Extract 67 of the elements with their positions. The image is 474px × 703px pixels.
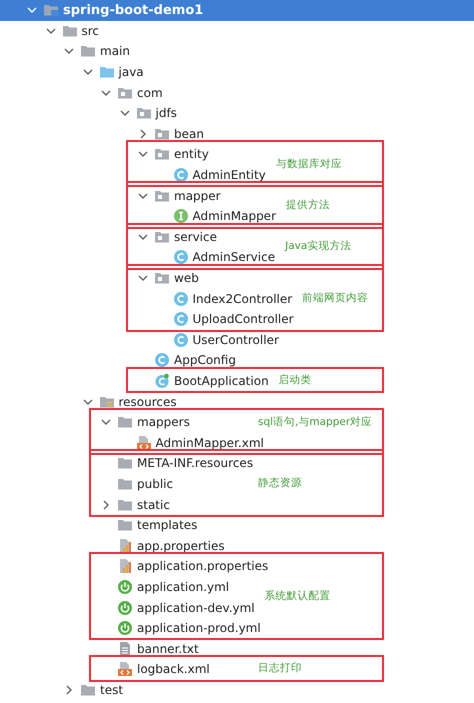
annotation-label: Java实现方法 <box>285 239 352 254</box>
power-icon <box>117 600 133 616</box>
power-icon <box>117 620 133 636</box>
package-folder-icon <box>136 105 152 122</box>
tree-item[interactable]: application.properties <box>0 556 268 577</box>
class-icon <box>172 311 188 328</box>
tree-item[interactable]: BootApplication <box>0 370 269 392</box>
interface-icon <box>172 208 188 224</box>
folder-icon <box>117 455 133 472</box>
text-file-icon <box>117 640 133 657</box>
tree-item[interactable]: Index2Controller <box>0 288 292 309</box>
tree-item[interactable]: application-dev.yml <box>0 597 255 618</box>
tree-item[interactable]: spring-boot-demo1 <box>0 0 204 21</box>
package-folder-icon <box>154 146 170 162</box>
tree-item[interactable]: AdminMapper <box>0 206 276 227</box>
folder-icon <box>98 64 114 80</box>
class-icon <box>172 332 188 348</box>
folder-icon <box>117 414 133 430</box>
tree-item[interactable]: META-INF.resources <box>0 453 254 474</box>
annotation-label: 静态资源 <box>258 476 302 490</box>
folder-icon <box>117 517 133 534</box>
annotation-label: sql语句,与mapper对应 <box>258 415 372 430</box>
xml-file-icon <box>136 434 152 451</box>
tree-item[interactable]: bean <box>0 124 204 144</box>
class-icon <box>172 249 188 266</box>
tree-item[interactable]: UserController <box>0 330 279 350</box>
tree-item[interactable]: application-prod.yml <box>0 618 261 638</box>
tree-item[interactable]: test <box>0 680 124 700</box>
annotation-label: 与数据库对应 <box>276 156 342 171</box>
tree-item[interactable]: entity <box>0 144 209 165</box>
annotation-label: 提供方法 <box>286 198 330 212</box>
xml-file-icon <box>117 661 133 678</box>
tree-item[interactable]: com <box>0 82 163 103</box>
tree-item[interactable]: web <box>0 268 199 288</box>
annotation-label: 启动类 <box>278 372 312 387</box>
annotation-label: 前端网页内容 <box>302 290 368 305</box>
power-icon <box>117 578 133 595</box>
tree-item[interactable]: app.properties <box>0 535 225 556</box>
tree-item[interactable]: application.yml <box>0 576 230 598</box>
class-icon <box>172 167 188 184</box>
properties-file-icon <box>117 558 133 574</box>
tree-item[interactable]: AdminMapper.xml <box>0 432 264 454</box>
class-icon <box>154 372 170 389</box>
annotation-label: 系统默认配置 <box>264 589 331 604</box>
tree-item[interactable]: src <box>0 20 100 42</box>
tree-item[interactable]: templates <box>0 514 198 536</box>
tree-item[interactable]: banner.txt <box>0 638 199 659</box>
tree-item[interactable]: AdminService <box>0 247 276 268</box>
tree-item[interactable]: AppConfig <box>0 350 236 371</box>
tree-item[interactable]: public <box>0 474 174 494</box>
tree-item[interactable]: main <box>0 41 130 62</box>
tree-item[interactable]: jdfs <box>0 102 177 124</box>
folder-icon <box>80 43 96 60</box>
tree-item[interactable]: static <box>0 494 170 515</box>
package-folder-icon <box>154 270 170 286</box>
tree-item[interactable]: AdminEntity <box>0 164 266 186</box>
tree-item[interactable]: UploadController <box>0 308 294 330</box>
tree-item[interactable]: service <box>0 226 217 248</box>
tree-item[interactable]: logback.xml <box>0 659 210 680</box>
tree-item[interactable]: mapper <box>0 185 221 206</box>
tree-item[interactable]: resources <box>0 391 177 412</box>
properties-file-icon <box>117 538 133 554</box>
tree-item[interactable]: java <box>0 62 144 82</box>
annotation-label: 日志打印 <box>258 661 302 676</box>
class-icon <box>172 290 188 307</box>
tree-item[interactable]: mappers <box>0 412 190 432</box>
class-icon <box>154 352 170 368</box>
